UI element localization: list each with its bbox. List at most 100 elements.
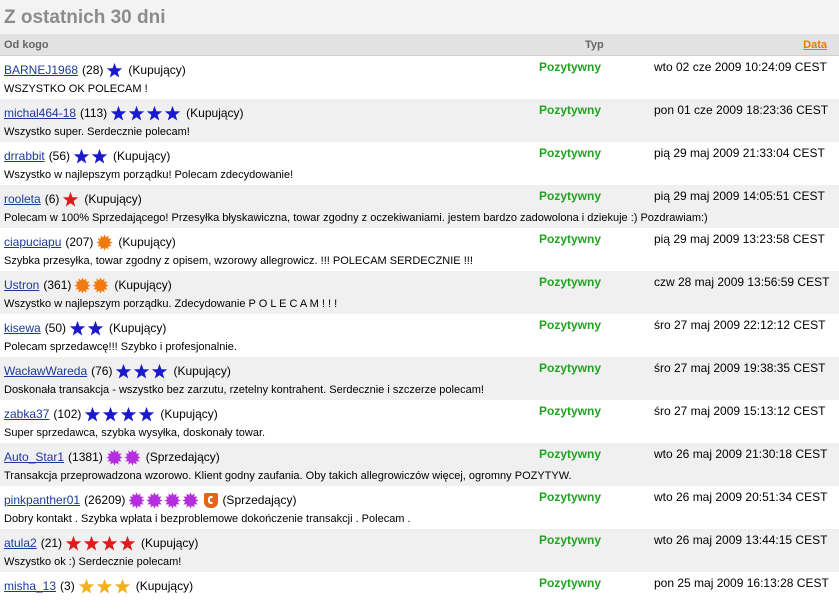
user-link[interactable]: WacławWareda [4,364,87,378]
blue-star-icon [128,105,145,120]
red-star-icon [119,535,136,550]
user-link[interactable]: zabka37 [4,407,49,421]
feedback-date: pią 29 maj 2009 13:23:58 CEST [654,232,825,246]
rating-icons [65,535,137,552]
feedback-author-line: Auto_Star1 (1381) (Sprzedający) [4,448,220,466]
feedback-date: czw 28 maj 2009 13:56:59 CEST [654,275,830,289]
feedback-type: Pozytywny [539,533,602,547]
section-title: Z ostatnich 30 dni [0,0,839,34]
orange-sun-icon [74,276,91,294]
user-link[interactable]: pinkpanther01 [4,493,80,507]
feedback-row: michal464-18 (113) (Kupujący) Wszystko supe… [0,99,839,142]
user-link[interactable]: BARNEJ1968 [4,63,78,77]
feedback-comment: Dobry kontakt . Szybka wpłata i bezprobl… [4,513,411,525]
feedback-author-line: rooleta (6) (Kupujący) [4,190,142,208]
blue-star-icon [110,105,127,120]
user-link[interactable]: atula2 [4,536,37,550]
feedback-author-line: michal464-18 (113) (Kupujący) [4,104,244,122]
feedback-row: Ustron (361) (Kupujący) Wszystko w najlepsz… [0,271,839,314]
feedback-count: (113) [80,106,108,120]
user-role: (Kupujący) [141,536,199,550]
blue-star-icon [107,62,123,77]
feedback-count: (76) [91,364,113,378]
feedback-count: (3) [60,579,75,593]
user-role: (Kupujący) [135,579,194,593]
feedback-date: wto 26 maj 2009 20:51:34 CEST [654,490,828,504]
user-role: (Kupujący) [173,364,231,378]
blue-star-icon [146,105,163,120]
user-role: (Kupujący) [160,407,218,421]
user-link[interactable]: michal464-18 [4,106,76,120]
table-header: Od kogo Typ Data [0,34,839,56]
feedback-count: (1381) [68,450,103,464]
feedback-type: Pozytywny [539,232,602,246]
feedback-comment: Wszystko ok :) Serdecznie polecam! [4,556,182,568]
blue-star-icon [121,406,137,421]
feedback-comment: Wszystko w najlepszym porządku! Polecam … [4,169,294,181]
rating-icons [96,233,114,251]
blue-star-icon [116,363,132,378]
feedback-type: Pozytywny [539,60,602,74]
blue-star-icon [91,148,108,163]
feedback-type: Pozytywny [539,189,602,203]
feedback-date: pon 01 cze 2009 18:23:36 CEST [654,103,829,117]
rating-icons [78,578,132,595]
purple-sun-icon [164,491,182,509]
user-link[interactable]: Ustron [4,278,39,292]
user-role: (Sprzedający) [222,493,297,507]
blue-star-icon [73,148,90,163]
user-role: (Sprzedający) [145,450,220,464]
rating-icons [62,191,80,208]
rating-icons [128,491,219,509]
feedback-comment: Doskonała transakcja - wszystko bez zarz… [4,384,484,396]
user-link[interactable]: drrabbit [4,149,45,163]
column-header-date-sort-link[interactable]: Data [803,39,827,51]
feedback-author-line: atula2 (21) (Kupujący) [4,534,198,552]
red-star-icon [63,191,79,206]
rating-icons [106,448,142,466]
feedback-count: (56) [48,149,71,163]
super-seller-shield-icon [204,492,219,508]
feedback-author-line: zabka37 (102) (Kupujący) [4,405,218,423]
gold-star-icon [96,578,112,593]
purple-sun-icon [128,491,146,509]
blue-star-icon [164,105,181,120]
user-role: (Kupujący) [84,192,142,206]
feedback-date: śro 27 maj 2009 15:13:12 CEST [654,404,826,418]
feedback-row: ciapuciapu (207) (Kupujący) Szybka przesyłk… [0,228,839,271]
feedback-count: (6) [44,192,60,206]
user-role: (Kupujący) [128,63,186,77]
user-link[interactable]: misha_13 [4,579,56,593]
feedback-date: pon 25 maj 2009 16:13:28 CEST [654,576,829,590]
feedback-row: pinkpanther01 (26209) (Sprzedający) Dobry k… [0,486,839,529]
feedback-count: (361) [43,278,72,292]
user-link[interactable]: Auto_Star1 [4,450,64,464]
feedback-row: BARNEJ1968 (28) (Kupujący) WSZYSTKO OK POLE… [0,56,839,99]
feedback-comment: Wszystko super. Serdecznie polecam! [4,126,190,138]
feedback-date: pią 29 maj 2009 14:05:51 CEST [654,189,825,203]
feedback-row: zabka37 (102) (Kupujący) Super sprzedawca, … [0,400,839,443]
orange-sun-icon [96,233,113,251]
feedback-type: Pozytywny [539,275,602,289]
rating-icons [69,320,105,337]
feedback-list: BARNEJ1968 (28) (Kupujący) WSZYSTKO OK POLE… [0,56,839,615]
feedback-date: śro 27 maj 2009 19:38:35 CEST [654,361,826,375]
red-star-icon [65,535,82,550]
feedback-row: rooleta (6) (Kupujący) Polecam w 100% Sprze… [0,185,839,228]
feedback-comment: Polecam w 100% Sprzedającego! Przesyłka … [4,212,708,224]
column-header-type: Typ [585,39,604,51]
feedback-comment: Szybka przesyłka, towar zgodny z opisem,… [4,255,473,267]
user-link[interactable]: ciapuciapu [4,235,61,249]
rating-icons [106,62,124,79]
rating-icons [84,406,156,423]
feedback-count: (26209) [84,493,126,507]
rating-icons [115,363,169,380]
blue-star-icon [139,406,155,421]
feedback-date: śro 27 maj 2009 22:12:12 CEST [654,318,826,332]
purple-sun-icon [106,448,123,466]
user-link[interactable]: rooleta [4,192,41,206]
user-role: (Kupujący) [114,278,172,292]
feedback-count: (207) [65,235,94,249]
user-link[interactable]: kisewa [4,321,41,335]
feedback-type: Pozytywny [539,490,602,504]
